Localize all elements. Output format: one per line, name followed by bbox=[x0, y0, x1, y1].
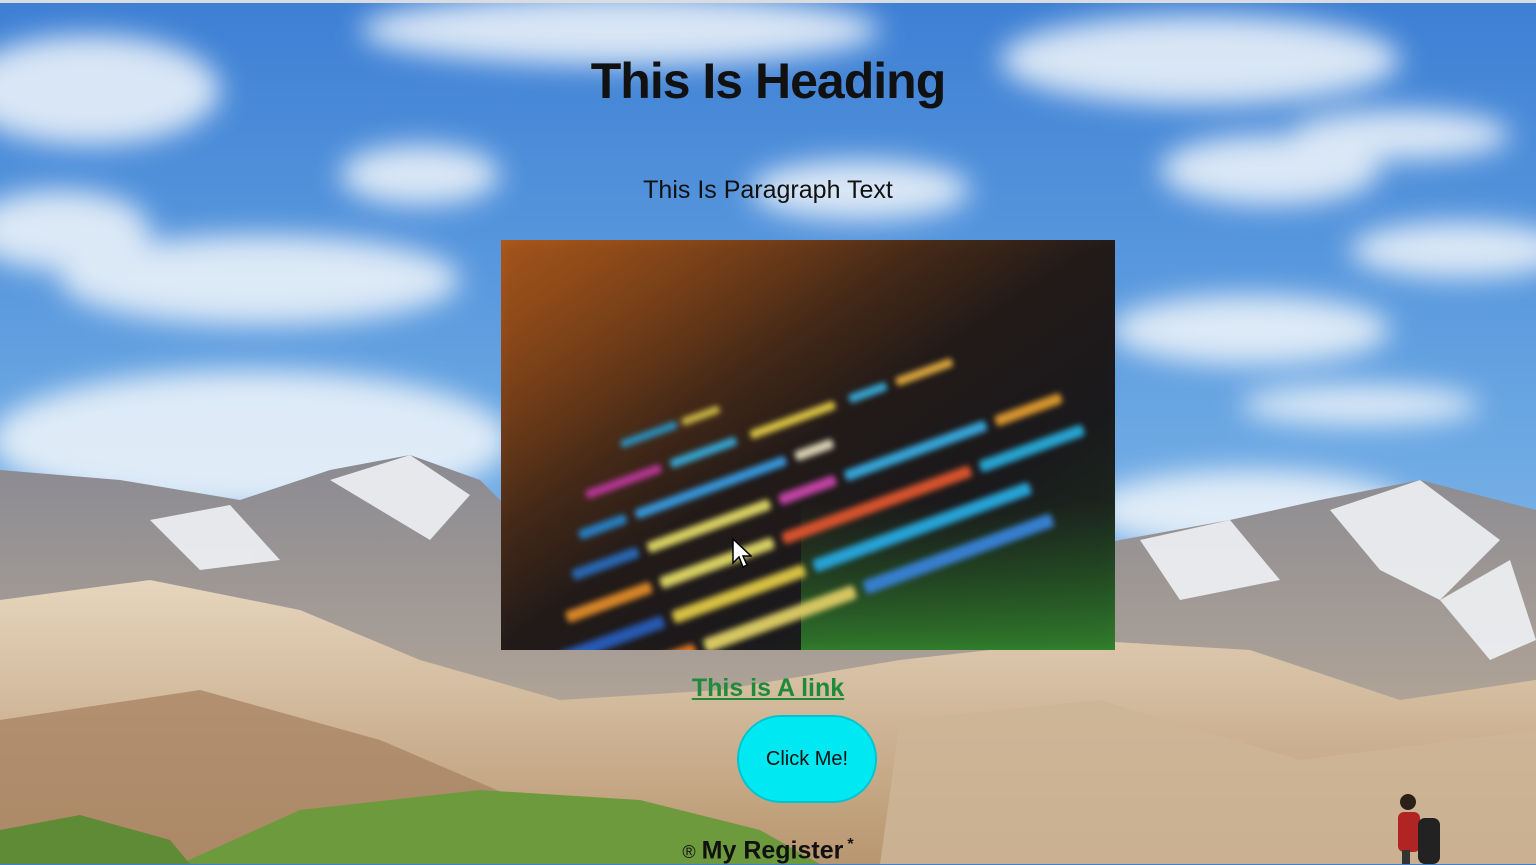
paragraph-text: This Is Paragraph Text bbox=[643, 176, 893, 204]
page-heading: This Is Heading bbox=[590, 53, 947, 109]
footer-text: My Register bbox=[701, 836, 844, 865]
registered-symbol: ® bbox=[682, 842, 696, 863]
top-border bbox=[0, 0, 1536, 3]
text-link[interactable]: This is A link bbox=[0, 674, 1536, 703]
click-me-button[interactable]: Click Me! bbox=[737, 715, 877, 803]
footer: ® My Register * bbox=[0, 836, 1536, 865]
footer-mark: * bbox=[847, 836, 854, 853]
mouse-cursor-icon bbox=[732, 538, 752, 569]
code-image bbox=[501, 240, 1115, 650]
